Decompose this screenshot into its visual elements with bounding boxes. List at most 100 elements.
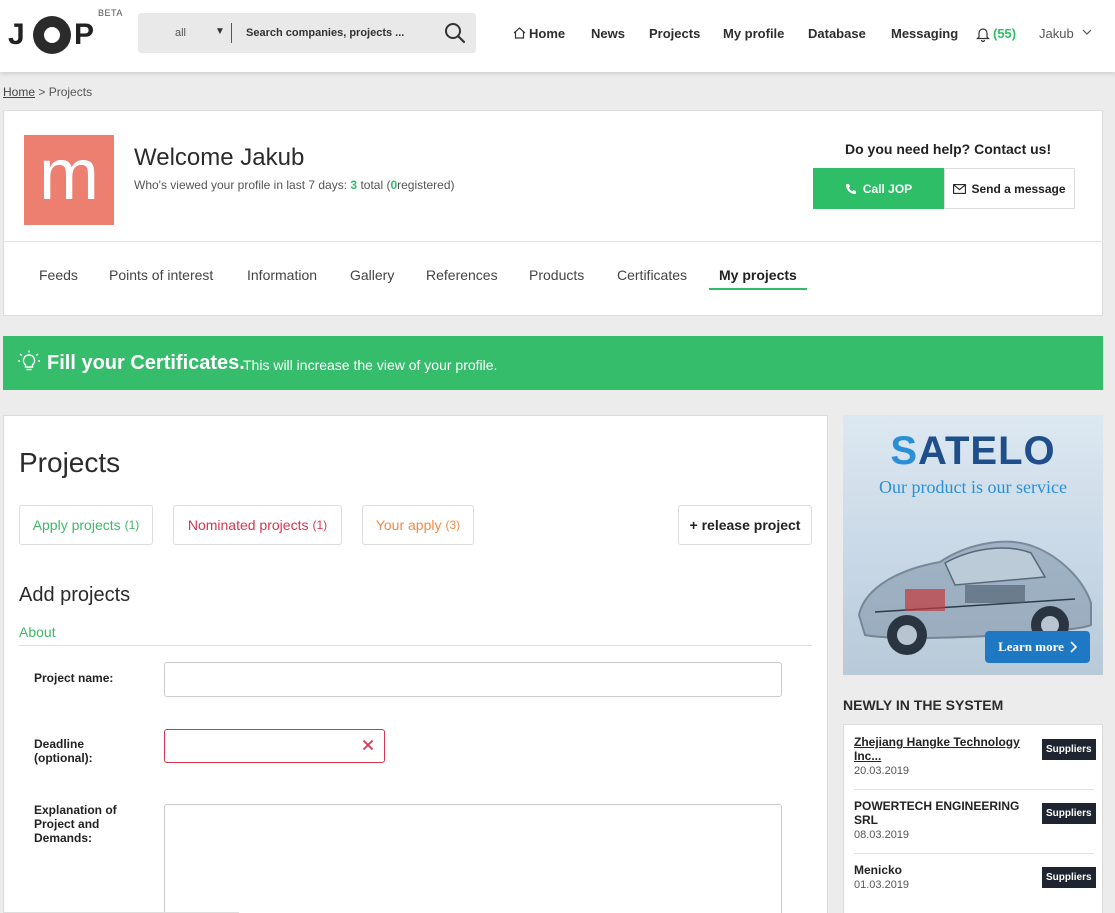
top-navigation-bar: J P BETA all ▼ Search companies, project…	[0, 0, 1115, 72]
logo-letter-o	[33, 16, 71, 54]
deadline-input[interactable]	[164, 729, 385, 763]
profile-views-registered-label: registered)	[397, 178, 455, 192]
tab-my-projects[interactable]: My projects	[719, 267, 797, 283]
ad-tagline: Our product is our service	[879, 477, 1067, 497]
tab-gallery[interactable]: Gallery	[350, 267, 394, 283]
company-name-link[interactable]: Zhejiang Hangke Technology Inc...	[854, 735, 1029, 763]
help-text: Do you need help? Contact us!	[845, 141, 1052, 157]
search-icon[interactable]	[444, 22, 466, 44]
call-jop-button[interactable]: Call JOP	[813, 168, 944, 209]
nav-projects[interactable]: Projects	[649, 26, 700, 41]
satelo-logo-rest: ATELO	[918, 429, 1056, 473]
company-name[interactable]: POWERTECH ENGINEERING SRL	[854, 799, 1029, 827]
nominated-projects-filter[interactable]: Nominated projects (1)	[173, 505, 342, 545]
beta-label: BETA	[98, 8, 123, 18]
newly-in-system-list: Zhejiang Hangke Technology Inc... 20.03.…	[843, 724, 1103, 913]
project-name-input[interactable]	[164, 662, 782, 697]
logo-letter-p: P	[74, 18, 96, 51]
jop-logo[interactable]: J P BETA	[8, 8, 123, 54]
chevron-right-icon	[1070, 641, 1077, 653]
chevron-down-icon[interactable]	[1082, 28, 1092, 36]
category-badge: Suppliers	[1042, 803, 1096, 824]
satelo-logo: SATELO	[843, 429, 1103, 474]
nav-home[interactable]: Home	[513, 26, 565, 41]
profile-views-prefix: Who's viewed your profile in last 7 days…	[134, 178, 348, 192]
search-scope-value: all	[175, 27, 187, 39]
welcome-heading: Welcome Jakub	[134, 144, 305, 171]
explanation-textarea[interactable]	[164, 804, 782, 913]
release-project-button[interactable]: + release project	[678, 505, 812, 545]
list-divider	[854, 853, 1094, 854]
tab-certificates[interactable]: Certificates	[617, 267, 687, 283]
deadline-label: Deadline (optional):	[34, 737, 93, 765]
deadline-label-line2: (optional):	[34, 751, 93, 765]
nav-news[interactable]: News	[591, 26, 625, 41]
bell-icon[interactable]	[976, 26, 990, 42]
phone-icon	[845, 183, 856, 194]
company-name[interactable]: Menicko	[854, 863, 1029, 877]
banner-headline: Fill your Certificates.	[47, 352, 245, 374]
tab-information[interactable]: Information	[247, 267, 317, 283]
explanation-label-line2: Project and	[34, 817, 100, 831]
learn-more-label: Learn more	[998, 639, 1064, 654]
close-icon[interactable]	[362, 739, 374, 751]
apply-projects-filter[interactable]: Apply projects (1)	[19, 505, 153, 545]
explanation-label-line1: Explanation of	[34, 803, 117, 817]
tab-points-of-interest[interactable]: Points of interest	[109, 267, 213, 283]
project-name-label: Project name:	[34, 671, 114, 685]
call-jop-label: Call JOP	[862, 181, 913, 196]
newly-in-system-heading: NEWLY IN THE SYSTEM	[843, 697, 1004, 713]
tab-products[interactable]: Products	[529, 267, 584, 283]
registration-date: 20.03.2019	[854, 765, 910, 777]
projects-panel: Projects Apply projects (1) Nominated pro…	[3, 415, 828, 913]
apply-projects-label: Apply projects	[32, 517, 121, 533]
user-menu[interactable]: Jakub	[1039, 26, 1074, 41]
page-title: Projects	[19, 447, 121, 478]
send-message-button[interactable]: Send a message	[944, 168, 1075, 209]
satelo-logo-s: S	[890, 429, 919, 473]
nav-database[interactable]: Database	[808, 26, 866, 41]
registration-date: 01.03.2019	[854, 879, 910, 891]
deadline-label-line1: Deadline	[34, 737, 85, 751]
category-badge: Suppliers	[1042, 739, 1096, 760]
search-scope-select[interactable]: all ▼	[138, 13, 230, 53]
profile-views-text: Who's viewed your profile in last 7 days…	[134, 178, 455, 192]
list-divider	[854, 789, 1094, 790]
banner-text: This will increase the view of your prof…	[243, 357, 498, 373]
search-bar: all ▼ Search companies, projects ...	[138, 13, 476, 53]
profile-card: m Welcome Jakub Who's viewed your profil…	[3, 110, 1103, 316]
explanation-label: Explanation of Project and Demands:	[34, 803, 117, 845]
nav-home-label: Home	[529, 26, 566, 41]
registration-date: 08.03.2019	[854, 829, 910, 841]
apply-projects-count: (1)	[124, 518, 140, 532]
satelo-advertisement[interactable]: SATELO Our product is our service Learn …	[843, 415, 1103, 675]
tab-references[interactable]: References	[426, 267, 498, 283]
add-projects-heading: Add projects	[19, 584, 131, 606]
nav-my-profile[interactable]: My profile	[723, 26, 784, 41]
active-tab-indicator	[709, 288, 807, 290]
avatar[interactable]: m	[24, 135, 114, 225]
about-section-label: About	[19, 624, 56, 640]
lightbulb-icon	[18, 350, 40, 371]
section-divider	[19, 645, 812, 646]
breadcrumb-home-link[interactable]: Home	[3, 85, 35, 99]
certificates-banner[interactable]: Fill your Certificates. This will increa…	[3, 336, 1103, 390]
breadcrumb-current: Projects	[48, 85, 93, 99]
learn-more-button[interactable]: Learn more	[985, 631, 1090, 663]
envelope-icon	[953, 183, 967, 194]
search-input[interactable]: Search companies, projects ...	[246, 27, 404, 39]
explanation-label-line3: Demands:	[34, 831, 93, 845]
tab-feeds[interactable]: Feeds	[39, 267, 78, 283]
your-apply-filter[interactable]: Your apply (3)	[362, 505, 474, 545]
nominated-projects-count: (1)	[312, 518, 328, 532]
profile-views-total-label: total (	[360, 178, 391, 192]
profile-views-total: 3	[350, 178, 358, 192]
nav-messaging[interactable]: Messaging	[891, 26, 958, 41]
category-badge: Suppliers	[1042, 867, 1096, 888]
send-message-label: Send a message	[971, 181, 1066, 196]
logo-letter-j: J	[8, 18, 26, 51]
breadcrumb: Home > Projects	[3, 85, 92, 99]
home-icon	[513, 27, 526, 39]
notification-count[interactable]: (55)	[993, 26, 1016, 41]
dropdown-arrow-icon: ▼	[215, 26, 225, 37]
